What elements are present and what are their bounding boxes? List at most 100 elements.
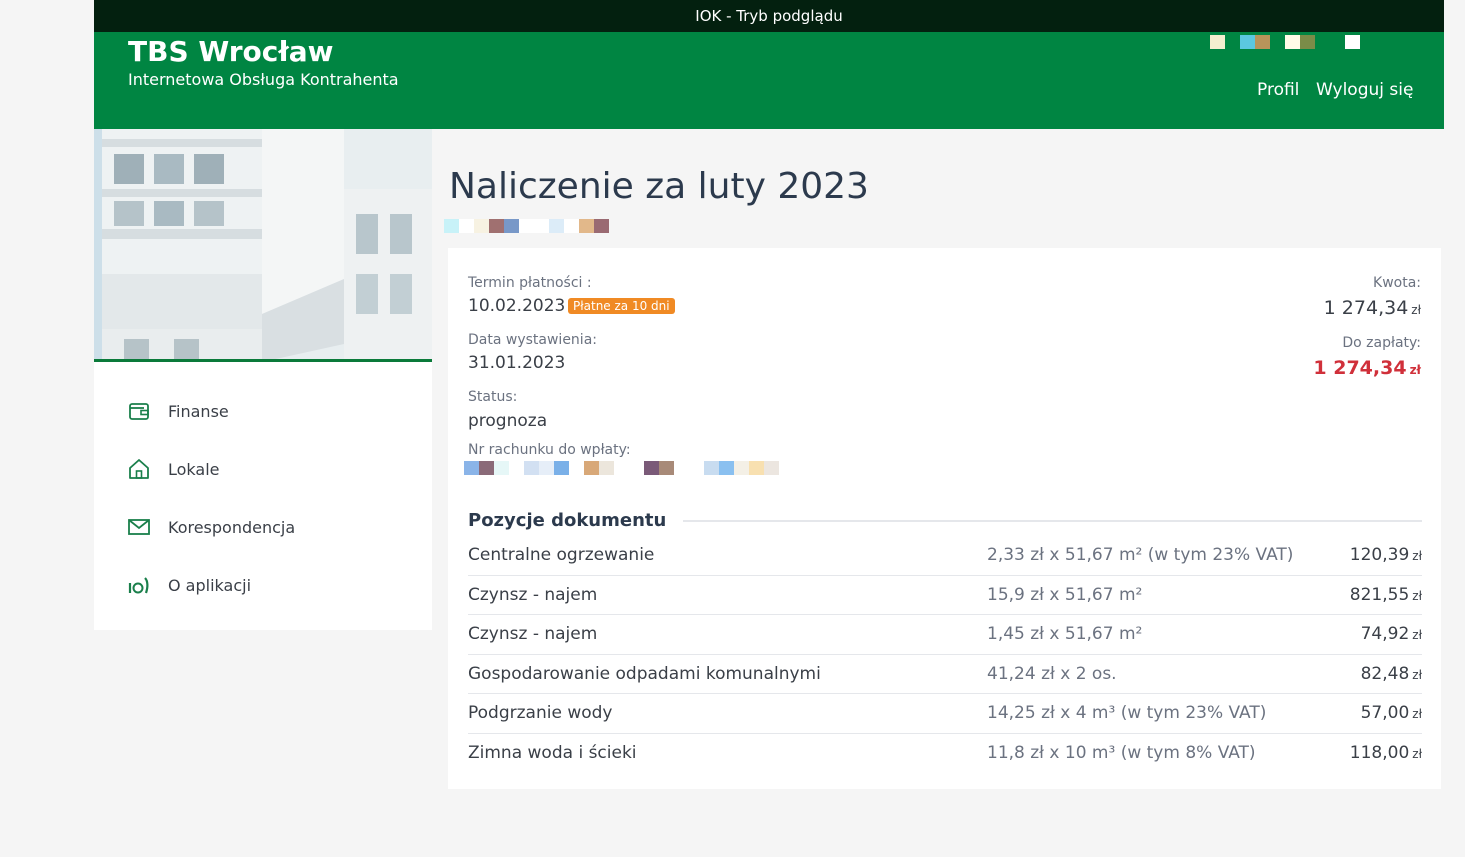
position-amount: 118,00 bbox=[1349, 742, 1410, 763]
status-value: prognoza bbox=[468, 411, 548, 431]
redaction-pixel bbox=[749, 461, 764, 475]
currency: zł bbox=[1412, 549, 1422, 564]
sidebar: Finanse Lokale Korespondencja O aplikacj… bbox=[94, 129, 432, 630]
redaction-pixel bbox=[504, 219, 519, 233]
position-calculation: 2,33 zł x 51,67 m² (w tym 23% VAT) bbox=[987, 545, 1294, 566]
issue-date-value: 31.01.2023 bbox=[468, 353, 566, 373]
currency: zł bbox=[1412, 588, 1422, 603]
position-amount: 120,39 bbox=[1349, 545, 1410, 566]
due-amount-label: Do zapłaty: bbox=[1342, 335, 1421, 351]
redaction-pixel bbox=[1240, 35, 1255, 49]
status-label: Status: bbox=[468, 389, 518, 405]
redaction-pixel bbox=[464, 461, 479, 475]
account-number-redacted bbox=[464, 461, 779, 475]
currency: zł bbox=[1412, 707, 1422, 722]
position-calculation: 1,45 zł x 51,67 m² bbox=[987, 624, 1143, 645]
redaction-pixel bbox=[594, 219, 609, 233]
logout-link[interactable]: Wyloguj się bbox=[1316, 80, 1413, 100]
amount-value-wrap: 1 274,34 zł bbox=[1324, 297, 1421, 319]
sidebar-item-label: Korespondencja bbox=[168, 517, 296, 537]
user-name-redacted bbox=[1210, 35, 1360, 49]
positions-table: Centralne ogrzewanie 2,33 zł x 51,67 m² … bbox=[468, 536, 1422, 772]
sidebar-item-label: Lokale bbox=[168, 459, 220, 479]
redaction-pixel bbox=[509, 461, 524, 475]
account-number-label: Nr rachunku do wpłaty: bbox=[468, 442, 631, 458]
redaction-pixel bbox=[549, 219, 564, 233]
redaction-pixel bbox=[494, 461, 509, 475]
currency: zł bbox=[1411, 303, 1421, 317]
redaction-pixel bbox=[734, 461, 749, 475]
brand-subtitle: Internetowa Obsługa Kontrahenta bbox=[128, 70, 399, 89]
position-amount: 74,92 bbox=[1360, 624, 1410, 645]
wallet-icon bbox=[129, 403, 149, 420]
brand-title[interactable]: TBS Wrocław bbox=[128, 35, 334, 68]
currency: zł bbox=[1412, 746, 1422, 761]
amount-value: 1 274,34 bbox=[1323, 297, 1409, 319]
position-calculation: 14,25 zł x 4 m³ (w tym 23% VAT) bbox=[987, 703, 1267, 724]
sidebar-item-label: O aplikacji bbox=[168, 575, 252, 595]
position-amount-wrap: 118,00 zł bbox=[1350, 743, 1422, 763]
document-number-redacted bbox=[444, 219, 609, 233]
redaction-pixel bbox=[459, 219, 474, 233]
position-calculation: 11,8 zł x 10 m³ (w tym 8% VAT) bbox=[987, 742, 1256, 763]
table-row: Podgrzanie wody 14,25 zł x 4 m³ (w tym 2… bbox=[468, 694, 1422, 734]
position-amount-wrap: 821,55 zł bbox=[1350, 585, 1422, 605]
redaction-pixel bbox=[474, 219, 489, 233]
sidebar-item-label: Finanse bbox=[168, 401, 229, 421]
currency: zł bbox=[1412, 628, 1422, 643]
table-row: Gospodarowanie odpadami komunalnymi 41,2… bbox=[468, 655, 1422, 694]
sidebar-item-o-aplikacji[interactable]: O aplikacji bbox=[94, 556, 432, 614]
redaction-pixel bbox=[1225, 35, 1240, 49]
position-amount-wrap: 74,92 zł bbox=[1361, 624, 1422, 644]
sidebar-item-finanse[interactable]: Finanse bbox=[94, 382, 432, 440]
profile-link[interactable]: Profil bbox=[1257, 80, 1299, 100]
positions-title: Pozycje dokumentu bbox=[468, 510, 667, 531]
redaction-pixel bbox=[1210, 35, 1225, 49]
position-amount: 82,48 bbox=[1360, 663, 1410, 684]
redaction-pixel bbox=[1330, 35, 1345, 49]
position-amount: 821,55 bbox=[1349, 584, 1410, 605]
redaction-pixel bbox=[674, 461, 689, 475]
redaction-pixel bbox=[519, 219, 534, 233]
home-icon bbox=[129, 459, 149, 479]
table-row: Czynsz - najem 15,9 zł x 51,67 m² 821,55… bbox=[468, 576, 1422, 615]
due-date-label: Termin płatności : bbox=[468, 275, 592, 291]
amount-label: Kwota: bbox=[1373, 275, 1421, 291]
due-date-value: 10.02.2023 bbox=[468, 296, 566, 316]
app-header: TBS Wrocław Internetowa Obsługa Kontrahe… bbox=[94, 32, 1444, 129]
redaction-pixel bbox=[704, 461, 719, 475]
building-illustration bbox=[94, 129, 432, 359]
redaction-pixel bbox=[689, 461, 704, 475]
position-name: Zimna woda i ścieki bbox=[468, 742, 637, 763]
document-card: Termin płatności : 10.02.2023 Płatne za … bbox=[448, 248, 1441, 789]
positions-section-header: Pozycje dokumentu bbox=[468, 510, 1422, 531]
redaction-pixel bbox=[599, 461, 614, 475]
redaction-pixel bbox=[1285, 35, 1300, 49]
preview-mode-text: IOK - Tryb podglądu bbox=[695, 7, 843, 25]
redaction-pixel bbox=[1315, 35, 1330, 49]
preview-mode-bar: IOK - Tryb podglądu bbox=[94, 0, 1444, 32]
position-name: Podgrzanie wody bbox=[468, 703, 613, 724]
table-row: Czynsz - najem 1,45 zł x 51,67 m² 74,92 z… bbox=[468, 615, 1422, 655]
redaction-pixel bbox=[614, 461, 629, 475]
sidebar-item-korespondencja[interactable]: Korespondencja bbox=[94, 498, 432, 556]
redaction-pixel bbox=[584, 461, 599, 475]
page-title: Naliczenie za luty 2023 bbox=[449, 166, 869, 207]
currency: zł bbox=[1412, 667, 1422, 682]
redaction-pixel bbox=[1255, 35, 1270, 49]
position-name: Gospodarowanie odpadami komunalnymi bbox=[468, 663, 821, 684]
sidebar-item-lokale[interactable]: Lokale bbox=[94, 440, 432, 498]
position-amount: 57,00 bbox=[1360, 703, 1410, 724]
position-calculation: 41,24 zł x 2 os. bbox=[987, 663, 1117, 684]
redaction-pixel bbox=[479, 461, 494, 475]
redaction-pixel bbox=[539, 461, 554, 475]
section-divider bbox=[683, 519, 1422, 522]
sidebar-menu: Finanse Lokale Korespondencja O aplikacj… bbox=[94, 362, 432, 614]
due-amount-value: 1 274,34 bbox=[1313, 357, 1407, 379]
redaction-pixel bbox=[444, 219, 459, 233]
redaction-pixel bbox=[1300, 35, 1315, 49]
redaction-pixel bbox=[489, 219, 504, 233]
building-hero-image bbox=[94, 129, 432, 362]
position-amount-wrap: 120,39 zł bbox=[1350, 545, 1422, 565]
redaction-pixel bbox=[554, 461, 569, 475]
